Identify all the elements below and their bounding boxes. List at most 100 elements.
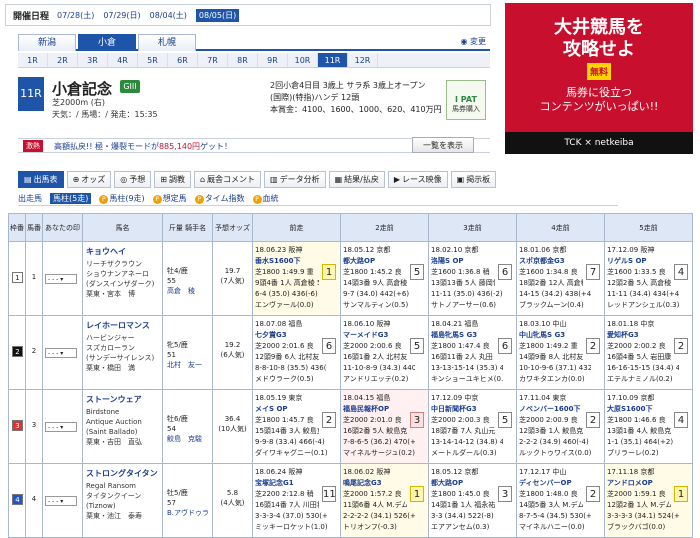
venue-tab-kokura[interactable]: 小倉 [78,34,136,51]
sub-nav-link[interactable]: 出走馬 [18,193,42,204]
mark-select[interactable]: - - - ▾ [45,274,77,284]
chevron-down-icon: ▾ [58,498,64,505]
past-race-cell[interactable]: 18.02.10 京都 洛陽S OP 芝1600 1:36.8 稍 13頭13番 5人… [428,241,517,316]
past-race-cell[interactable]: 17.12.09 中京 中日新聞杯G3 芝2000 2:00.3 良 18頭7番 7人… [428,389,517,464]
mark-select[interactable]: - - - ▾ [45,496,77,506]
jockey-link[interactable]: 高倉 稜 [167,286,212,296]
date-tab[interactable]: 08/04(土) [150,10,187,21]
waku-cell: 2 [8,315,26,390]
past-race-name: リゲルS OP [607,257,647,265]
past-race-cell[interactable]: 18.06.10 阪神 マーメイドG3 芝2000 2:00.6 良 16頭1番 2人… [340,315,429,390]
date-tab[interactable]: 07/29(日) [103,10,140,21]
past-race-cell[interactable]: 17.11.04 東京 ノベンバー1600下 芝2000 2:00.9 良 12頭3番… [516,389,605,464]
date-tab[interactable]: 07/28(土) [57,10,94,21]
horse-damsire: (Saint Ballado) [86,428,138,436]
horse-name-link[interactable]: キョウヘイ [86,246,162,257]
main-nav-tab[interactable]: ⊞ 調教 [154,171,191,188]
past-race-name: 七夕賞G3 [255,331,287,339]
main-nav-tab[interactable]: ▤ 出馬表 [18,171,64,188]
info-icon: ◉ [460,37,468,46]
race-tab[interactable]: 6R [168,53,198,67]
horse-sire: リーチザクラウン [86,260,142,268]
race-tab[interactable]: 12R [348,53,378,67]
change-info-link[interactable]: ◉ 変更 [460,36,486,47]
ipat-button[interactable]: I PAT 馬券購入 [446,80,486,120]
past-race-cell[interactable]: 18.06.24 阪神 宝塚記念G1 芝2200 2:12.8 稍 16頭14番 7人… [252,463,341,538]
sub-nav-link[interactable]: P 血統 [252,193,279,204]
dividend-link[interactable]: 高額払戻!! 極・爆裂モードが885,140円ゲット！ [54,141,232,152]
race-tab[interactable]: 1R [18,53,48,67]
past-race-cell[interactable]: 18.05.12 京都 都大路OP 芝1800 1:45.0 良 14頭1番 1人 福… [428,463,517,538]
sub-nav-link[interactable]: P 想定馬 [152,193,187,204]
past-race-cell[interactable]: 17.12.17 中山 ディセンバーOP 芝1800 1:48.0 良 14頭5番 3… [516,463,605,538]
past-race-date: 17.11.04 東京 [519,394,567,402]
past-race-cell[interactable]: 18.06.02 阪神 鳴尾記念G3 芝2000 1:57.2 良 11頭6番 4人 … [340,463,429,538]
past-race-cell[interactable]: 18.05.19 東京 メイS OP 芝1800 1:45.7 良 15頭14番 3人… [252,389,341,464]
odds-value: 36.4 [224,415,241,423]
race-tab[interactable]: 3R [78,53,108,67]
past-race-cell[interactable]: 17.11.18 京都 アンドロメOP 芝2000 1:59.1 良 12頭2番 1人… [604,463,693,538]
past-race-cell[interactable]: 18.01.06 京都 スポ京都金G3 芝1600 1:34.8 良 18頭2番 12… [516,241,605,316]
main-nav-tab[interactable]: ◎ 予想 [114,171,152,188]
main-nav-tab[interactable]: ▶ レース映像 [387,171,448,188]
past-race-winner: メドウラーク(0.5) [255,375,314,383]
jockey-link[interactable]: B.アヴドゥラ [167,508,212,518]
horse-cell: キョウヘイ リーチザクラウン ショウナンアネーロ (ダンスインザダーク) 栗東・宮本 博 [82,241,163,316]
horse-name-link[interactable]: ストーンウェア [86,394,162,405]
main-nav-tab[interactable]: ▥ データ分析 [264,171,326,188]
venue-tab-niigata[interactable]: 新潟 [18,34,76,51]
past-race-winner: ダイワキャグニー(0.1) [255,449,327,457]
sub-nav-link[interactable]: P タイム指数 [194,193,245,204]
horse-name-link[interactable]: ストロングタイタン [86,468,162,479]
jockey-link[interactable]: 鮫島 克駿 [167,434,212,444]
race-tab[interactable]: 5R [138,53,168,67]
main-nav-tab[interactable]: ⊕ オッズ [66,171,112,188]
past-race-name: アンドロメOP [607,479,653,487]
past-race-winner: ルックトゥワイス(0.0) [519,449,591,457]
race-tab[interactable]: 7R [198,53,228,67]
past-race-cell[interactable]: 18.01.18 中京 愛知杯G3 芝2000 2:00.2 良 16頭4番 5人 岩… [604,315,693,390]
show-list-button[interactable]: 一覧を表示 [412,137,474,153]
past-race-winner: ミッキーロケット(1.0) [255,523,327,531]
weight-jockey-cell: 牡5/鹿 57 B.アヴドゥラ [162,463,213,538]
venue-tab-sapporo[interactable]: 札幌 [138,34,196,51]
ad-banner[interactable]: 大井競馬を 攻略せよ 無料 馬券に役立つ コンテンツがいっぱい!! TCK × n… [505,3,693,154]
past-race-cell[interactable]: 18.04.15 福島 福島民報杯OP 芝2000 2:01.0 良 16頭2番 5人… [340,389,429,464]
mark-select[interactable]: - - - ▾ [45,422,77,432]
waku-cell: 4 [8,463,26,538]
waku-number: 1 [12,272,23,283]
finish-rank: 2 [586,486,600,502]
jockey-link[interactable]: 北村 友一 [167,360,212,370]
date-tab-active[interactable]: 08/05(日) [195,8,240,22]
finish-rank: 2 [674,338,688,354]
race-tab[interactable]: 2R [48,53,78,67]
mark-select[interactable]: - - - ▾ [45,348,77,358]
past-race-position: 13-14-14-12 (34.8) 462(+2) [431,438,503,446]
past-race-winner: キンショーユキヒメ(0.4) [431,375,503,383]
past-race-date: 18.06.02 阪神 [343,468,391,476]
main-nav-tab[interactable]: ⌂ 厩舎コメント [193,171,262,188]
odds-cell: 19.2 (6人気) [212,315,253,390]
ad-footer-logo: TCK × netkeiba [505,132,693,154]
past-race-cell[interactable]: 18.07.08 福島 七夕賞G3 芝2000 2:01.6 良 12頭9番 6人 北… [252,315,341,390]
past-race-time: 芝1600 1:33.5 良 [607,268,666,276]
past-race-cell[interactable]: 18.05.12 京都 都大路OP 芝1800 1:45.2 良 14頭3番 9人 高… [340,241,429,316]
nav-icon: ▥ [270,175,278,184]
race-tab[interactable]: 8R [228,53,258,67]
horse-name-link[interactable]: レイホーロマンス [86,320,162,331]
race-tab[interactable]: 9R [258,53,288,67]
race-tab[interactable]: 4R [108,53,138,67]
past-race-cell[interactable]: 18.04.21 福島 福島牝馬S G3 芝1800 1:47.4 良 16頭11番 … [428,315,517,390]
past-race-cell[interactable]: 18.03.10 中山 中山牝馬S G3 芝1800 1:49.2 重 14頭9番 8… [516,315,605,390]
past-race-cell[interactable]: 18.06.23 阪神 垂水S1600下 芝1800 1:49.9 重 9頭4番 1人… [252,241,341,316]
horse-damsire: (Tiznow) [86,502,116,510]
race-tab-active[interactable]: 11R [318,53,348,67]
past-race-cell[interactable]: 17.12.09 阪神 リゲルS OP 芝1600 1:33.5 良 12頭2番 5人… [604,241,693,316]
main-nav-tab[interactable]: ▦ 結果/払戻 [328,171,385,188]
sub-nav-link[interactable]: 馬柱(5走) [50,193,92,204]
main-nav-tab[interactable]: ▣ 掲示板 [450,171,497,188]
sub-nav-link[interactable]: P 馬柱(9走) [99,193,145,204]
grade-badge: GIII [120,80,140,93]
race-tab[interactable]: 10R [288,53,318,67]
past-race-cell[interactable]: 17.10.09 京都 大原S1600下 芝1800 1:46.6 良 13頭1番 4… [604,389,693,464]
